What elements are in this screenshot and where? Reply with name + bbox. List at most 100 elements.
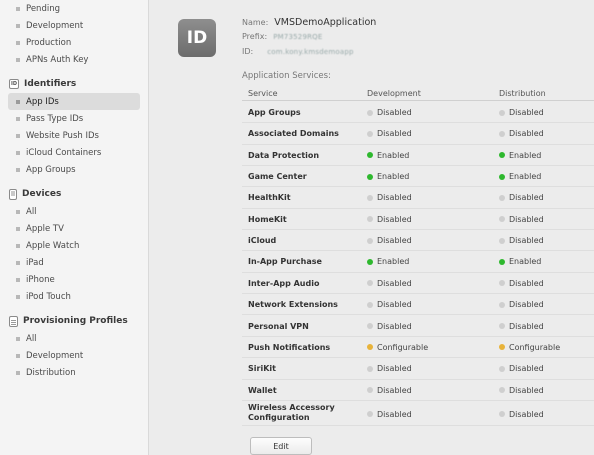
service-distribution-status: Enabled — [499, 172, 541, 181]
status-label: Configurable — [377, 342, 429, 352]
bullet-icon — [16, 243, 20, 248]
table-row: App Groups Disabled Disabled — [242, 102, 594, 124]
service-development-status: Configurable — [367, 343, 428, 352]
service-name: HealthKit — [248, 193, 291, 203]
edit-button[interactable]: Edit — [250, 437, 312, 455]
sidebar-item-iphone[interactable]: iPhone — [8, 271, 140, 288]
section-devices: Devices — [8, 186, 140, 202]
sidebar-item-development-certs[interactable]: Development — [8, 17, 140, 34]
service-distribution-status: Disabled — [499, 108, 544, 117]
status-label: Disabled — [377, 300, 412, 310]
sidebar-item-icloud-containers[interactable]: iCloud Containers — [8, 144, 140, 161]
status-label: Disabled — [509, 409, 544, 419]
status-dot-icon — [499, 344, 505, 351]
service-distribution-status: Disabled — [499, 129, 544, 138]
status-dot-icon — [367, 130, 373, 137]
table-row: Inter-App Audio Disabled Disabled — [242, 273, 594, 295]
service-name: iCloud — [248, 236, 277, 246]
sidebar-item-apple-watch[interactable]: Apple Watch — [8, 237, 140, 254]
sidebar-item-profiles-all[interactable]: All — [8, 330, 140, 347]
document-icon — [9, 315, 18, 327]
service-name: HomeKit — [248, 214, 287, 224]
sidebar-item-profiles-development[interactable]: Development — [8, 347, 140, 364]
bullet-icon — [16, 116, 20, 121]
bullet-icon — [16, 23, 20, 28]
sidebar-item-app-groups[interactable]: App Groups — [8, 161, 140, 178]
service-name: Network Extensions — [248, 300, 338, 310]
sidebar-item-website-push-ids[interactable]: Website Push IDs — [8, 127, 140, 144]
status-label: Disabled — [509, 129, 544, 139]
status-dot-icon — [499, 387, 505, 394]
app-bundle-id: com.kony.kmsdemoapp — [267, 47, 354, 56]
status-label: Disabled — [509, 278, 544, 288]
status-dot-icon — [499, 280, 505, 287]
status-label: Disabled — [509, 385, 544, 395]
status-dot-icon — [367, 173, 373, 180]
sidebar-item-profiles-distribution[interactable]: Distribution — [8, 364, 140, 381]
table-row: Data Protection Enabled Enabled — [242, 145, 594, 167]
status-dot-icon — [367, 344, 373, 351]
sidebar-item-apple-tv[interactable]: Apple TV — [8, 220, 140, 237]
status-label: Enabled — [509, 150, 542, 160]
bullet-icon — [16, 294, 20, 299]
sidebar-item-ipod-touch[interactable]: iPod Touch — [8, 288, 140, 305]
app-id-badge-icon: ID — [178, 19, 216, 57]
bullet-icon — [16, 150, 20, 155]
service-development-status: Disabled — [367, 236, 412, 245]
service-name: Wireless Accessory Configuration — [248, 402, 335, 422]
status-dot-icon — [499, 301, 505, 308]
id-icon: ID — [9, 79, 19, 89]
sidebar-item-pending[interactable]: Pending — [8, 0, 140, 17]
column-header-distribution: Distribution — [499, 89, 546, 98]
bullet-icon — [16, 40, 20, 45]
status-dot-icon — [499, 237, 505, 244]
bullet-icon — [16, 167, 20, 172]
status-dot-icon — [499, 152, 505, 159]
status-dot-icon — [367, 280, 373, 287]
status-label: Disabled — [509, 321, 544, 331]
status-label: Disabled — [509, 364, 544, 374]
status-dot-icon — [499, 130, 505, 137]
service-distribution-status: Disabled — [499, 193, 544, 202]
service-development-status: Enabled — [367, 151, 409, 160]
services-title: Application Services: — [242, 71, 331, 81]
table-row: iCloud Disabled Disabled — [242, 230, 594, 252]
status-label: Disabled — [377, 385, 412, 395]
table-row: SiriKit Disabled Disabled — [242, 358, 594, 380]
app-id-row: ID: com.kony.kmsdemoapp — [242, 47, 354, 56]
status-label: Disabled — [377, 214, 412, 224]
service-name: Wallet — [248, 385, 277, 395]
service-development-status: Enabled — [367, 257, 409, 266]
status-label: Disabled — [509, 214, 544, 224]
status-label: Disabled — [377, 236, 412, 246]
status-label: Disabled — [509, 108, 544, 117]
column-header-development: Development — [367, 89, 421, 98]
sidebar-item-apns-auth-key[interactable]: APNs Auth Key — [8, 51, 140, 68]
service-development-status: Disabled — [367, 386, 412, 395]
table-row: In-App Purchase Enabled Enabled — [242, 251, 594, 273]
service-name: Push Notifications — [248, 342, 331, 352]
status-label: Disabled — [509, 300, 544, 310]
sidebar-item-devices-all[interactable]: All — [8, 203, 140, 220]
bullet-icon — [16, 99, 20, 104]
sidebar-item-ipad[interactable]: iPad — [8, 254, 140, 271]
table-row: Associated Domains Disabled Disabled — [242, 123, 594, 145]
bullet-icon — [16, 133, 20, 138]
service-name: Game Center — [248, 172, 307, 182]
table-row: HealthKit Disabled Disabled — [242, 187, 594, 209]
bullet-icon — [16, 209, 20, 214]
status-dot-icon — [367, 194, 373, 201]
sidebar-item-production[interactable]: Production — [8, 34, 140, 51]
sidebar-item-pass-type-ids[interactable]: Pass Type IDs — [8, 110, 140, 127]
service-distribution-status: Configurable — [499, 343, 560, 352]
table-row: Push Notifications Configurable Configurab… — [242, 337, 594, 359]
status-label: Enabled — [509, 257, 542, 267]
status-label: Enabled — [377, 257, 410, 267]
status-dot-icon — [499, 109, 505, 116]
status-dot-icon — [367, 258, 373, 265]
sidebar-item-app-ids[interactable]: App IDs — [8, 93, 140, 110]
status-label: Disabled — [377, 409, 412, 419]
status-dot-icon — [499, 194, 505, 201]
service-development-status: Disabled — [367, 215, 412, 224]
status-label: Disabled — [377, 278, 412, 288]
